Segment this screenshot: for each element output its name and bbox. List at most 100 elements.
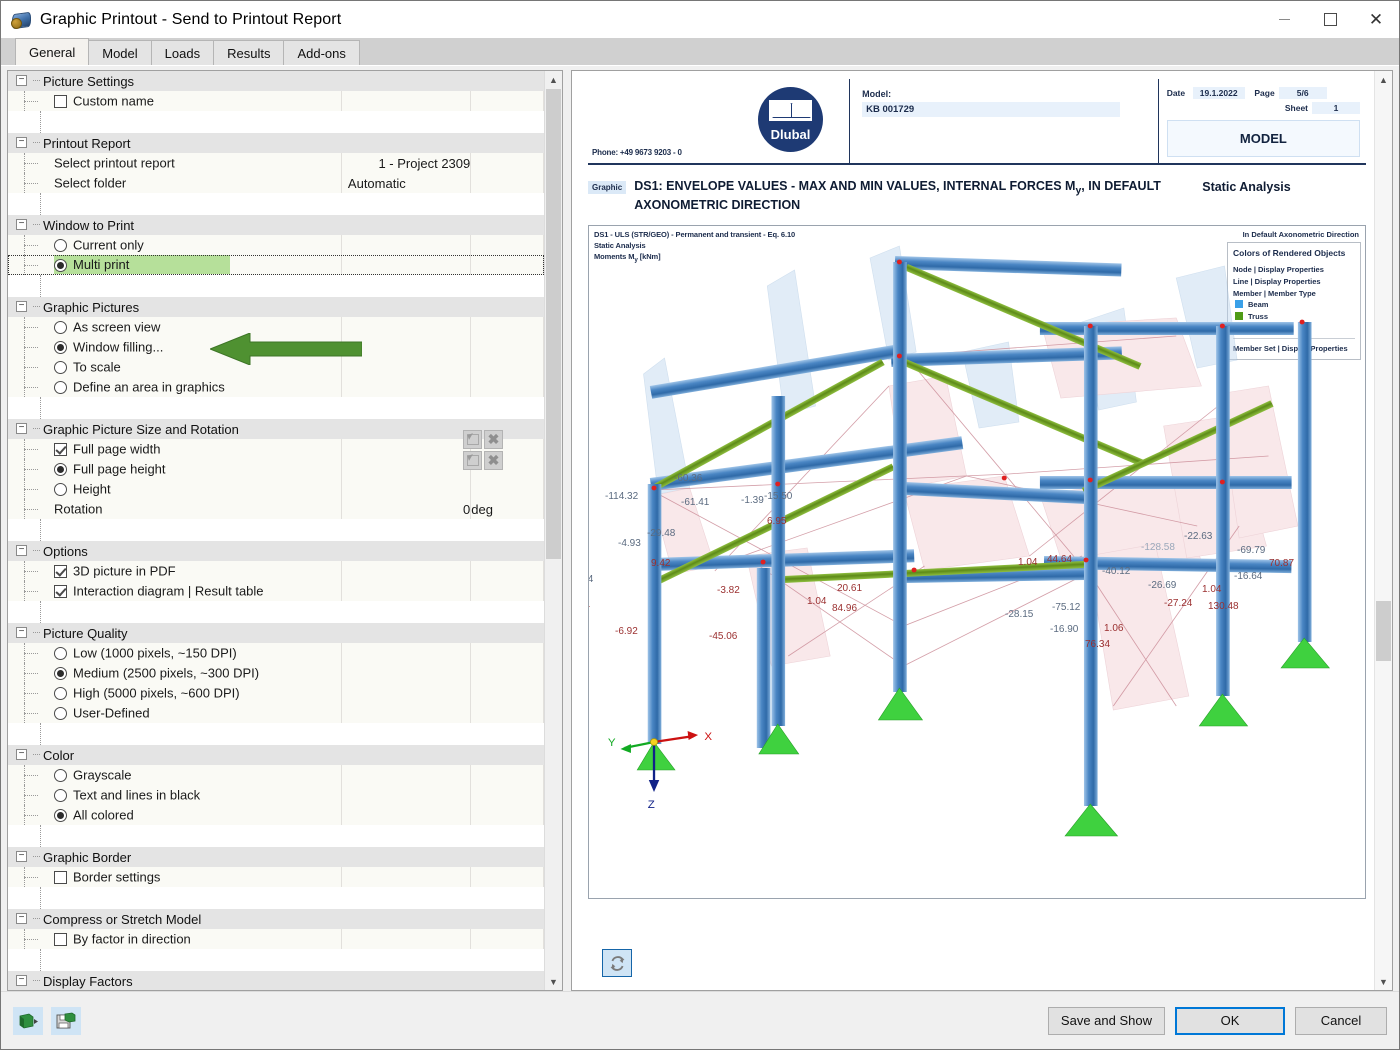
row-value[interactable] — [341, 785, 472, 805]
define-area-radio[interactable] — [54, 380, 67, 394]
to-scale-radio[interactable] — [54, 360, 67, 374]
save-printout-button[interactable] — [51, 1006, 81, 1035]
collapse-icon[interactable]: − — [16, 851, 27, 863]
preview-scroll-up-icon[interactable]: ▲ — [1375, 71, 1392, 88]
row-value[interactable] — [341, 703, 472, 723]
graphic-frame[interactable]: DS1 - ULS (STR/GEO) - Permanent and tran… — [588, 225, 1366, 900]
row-text-lines-black[interactable]: Text and lines in black — [8, 785, 544, 805]
collapse-icon[interactable]: − — [16, 137, 27, 149]
collapse-icon[interactable]: − — [16, 749, 27, 761]
save-and-show-button[interactable]: Save and Show — [1047, 1006, 1165, 1035]
by-factor-checkbox[interactable] — [54, 932, 67, 946]
as-screen-view-radio[interactable] — [54, 320, 67, 334]
window-filling-radio[interactable] — [54, 340, 67, 354]
group-window-to-print[interactable]: − Window to Print — [8, 215, 544, 235]
row-value[interactable] — [341, 317, 472, 337]
border-settings-checkbox[interactable] — [54, 870, 67, 884]
group-options[interactable]: − Options — [8, 541, 544, 561]
row-value[interactable] — [341, 581, 472, 601]
clear-area-icon[interactable]: ✖ — [484, 430, 503, 449]
row-value[interactable] — [341, 561, 472, 581]
select-folder-value[interactable]: Automatic — [341, 173, 472, 193]
row-as-screen-view[interactable]: As screen view — [8, 317, 544, 337]
rotation-value[interactable]: 0 — [341, 499, 472, 519]
row-value[interactable] — [341, 377, 472, 397]
collapse-icon[interactable]: − — [16, 423, 27, 435]
group-color[interactable]: − Color — [8, 745, 544, 765]
row-grayscale[interactable]: Grayscale — [8, 765, 544, 785]
tab-addons[interactable]: Add-ons — [283, 40, 360, 65]
group-graphic-border[interactable]: − Graphic Border — [8, 847, 544, 867]
collapse-icon[interactable]: − — [16, 301, 27, 313]
multi-print-radio[interactable] — [54, 258, 67, 272]
row-value[interactable] — [341, 439, 472, 459]
tab-model[interactable]: Model — [88, 40, 152, 65]
collapse-icon[interactable]: − — [16, 75, 27, 87]
collapse-icon[interactable]: − — [16, 219, 27, 231]
quality-medium-radio[interactable] — [54, 666, 67, 680]
group-picture-settings[interactable]: − Picture Settings — [8, 71, 544, 91]
row-value[interactable] — [341, 91, 472, 111]
tab-loads[interactable]: Loads — [150, 40, 215, 65]
quality-user-defined-radio[interactable] — [54, 706, 67, 720]
all-colored-radio[interactable] — [54, 808, 67, 822]
row-by-factor-in-direction[interactable]: By factor in direction — [8, 929, 544, 949]
row-all-colored[interactable]: All colored — [8, 805, 544, 825]
row-value[interactable] — [341, 805, 472, 825]
full-page-width-checkbox[interactable] — [54, 442, 67, 456]
row-value[interactable] — [341, 357, 472, 377]
clear-area-icon-2[interactable]: ✖ — [484, 451, 503, 470]
collapse-icon[interactable]: − — [16, 975, 27, 987]
row-value[interactable] — [341, 867, 472, 887]
export-printout-button[interactable] — [13, 1006, 43, 1035]
row-window-filling[interactable]: Window filling... — [8, 337, 544, 357]
row-select-folder[interactable]: Select folder Automatic — [8, 173, 544, 193]
row-border-settings[interactable]: Border settings — [8, 867, 544, 887]
refresh-button[interactable] — [602, 949, 632, 977]
row-select-printout-report[interactable]: Select printout report 1 - Project 2309 — [8, 153, 544, 173]
tab-results[interactable]: Results — [213, 40, 285, 65]
row-interaction-diagram[interactable]: Interaction diagram | Result table — [8, 581, 544, 601]
group-display-factors[interactable]: − Display Factors — [8, 971, 544, 990]
group-picture-quality[interactable]: − Picture Quality — [8, 623, 544, 643]
row-quality-high[interactable]: High (5000 pixels, ~600 DPI) — [8, 683, 544, 703]
grayscale-radio[interactable] — [54, 768, 67, 782]
group-graphic-pictures[interactable]: − Graphic Pictures — [8, 297, 544, 317]
row-quality-medium[interactable]: Medium (2500 pixels, ~300 DPI) — [8, 663, 544, 683]
collapse-icon[interactable]: − — [16, 913, 27, 925]
text-lines-black-radio[interactable] — [54, 788, 67, 802]
cancel-button[interactable]: Cancel — [1295, 1006, 1387, 1035]
row-define-area[interactable]: Define an area in graphics — [8, 377, 544, 397]
row-quality-low[interactable]: Low (1000 pixels, ~150 DPI) — [8, 643, 544, 663]
current-only-radio[interactable] — [54, 238, 67, 252]
row-value[interactable] — [341, 643, 472, 663]
pdf-3d-checkbox[interactable] — [54, 564, 67, 578]
preview-scroll-down-icon[interactable]: ▼ — [1375, 973, 1392, 990]
row-value[interactable] — [341, 235, 472, 255]
scroll-down-icon[interactable]: ▼ — [545, 973, 562, 990]
pick-area-icon[interactable] — [463, 430, 482, 449]
scroll-up-icon[interactable]: ▲ — [545, 71, 562, 88]
row-3d-picture-pdf[interactable]: 3D picture in PDF — [8, 561, 544, 581]
height-radio[interactable] — [54, 482, 67, 496]
preview-scrollbar[interactable]: ▲ ▼ — [1374, 71, 1392, 990]
interaction-diagram-checkbox[interactable] — [54, 584, 67, 598]
ok-button[interactable]: OK — [1175, 1006, 1285, 1035]
quality-low-radio[interactable] — [54, 646, 67, 660]
settings-scrollbar[interactable]: ▲ ▼ — [544, 71, 562, 990]
row-multi-print[interactable]: Multi print — [8, 255, 544, 275]
row-value[interactable] — [341, 459, 472, 479]
select-printout-report-value[interactable]: 1 - Project 2309 — [341, 153, 472, 173]
quality-high-radio[interactable] — [54, 686, 67, 700]
collapse-icon[interactable]: − — [16, 627, 27, 639]
row-value[interactable] — [341, 337, 472, 357]
maximize-button[interactable] — [1307, 1, 1353, 38]
row-to-scale[interactable]: To scale — [8, 357, 544, 377]
row-current-only[interactable]: Current only — [8, 235, 544, 255]
tab-general[interactable]: General — [15, 38, 90, 65]
row-value[interactable] — [341, 683, 472, 703]
row-value[interactable] — [341, 663, 472, 683]
row-value[interactable] — [341, 255, 472, 275]
preview-scrollbar-thumb[interactable] — [1376, 601, 1391, 661]
scrollbar-thumb[interactable] — [546, 89, 561, 559]
